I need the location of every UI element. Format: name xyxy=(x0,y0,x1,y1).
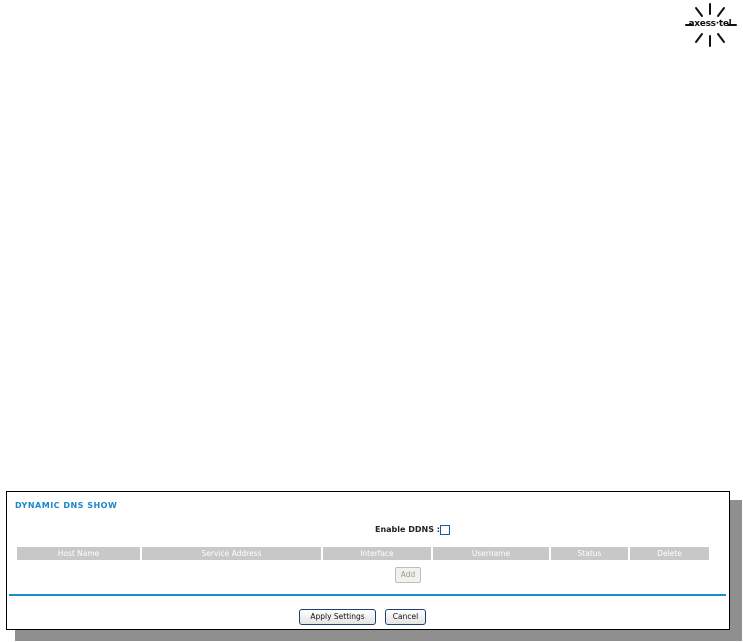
cancel-button[interactable]: Cancel xyxy=(385,609,426,625)
column-header-interface: Interface xyxy=(323,547,431,560)
add-button[interactable]: Add xyxy=(395,567,421,583)
enable-ddns-row: Enable DDNS : xyxy=(7,524,729,538)
section-divider xyxy=(9,594,726,596)
enable-ddns-label: Enable DDNS : xyxy=(375,525,440,534)
logo-text: axess·tel xyxy=(688,19,732,29)
panel-title: DYNAMIC DNS SHOW xyxy=(15,501,118,510)
column-header-delete: Delete xyxy=(630,547,709,560)
column-header-host-name: Host Name xyxy=(17,547,140,560)
apply-settings-button[interactable]: Apply Settings xyxy=(299,609,376,625)
column-header-username: Username xyxy=(433,547,549,560)
axesstel-logo: axess·tel xyxy=(682,2,738,48)
dynamic-dns-panel: DYNAMIC DNS SHOW Enable DDNS : Host Name… xyxy=(6,491,730,630)
column-header-status: Status xyxy=(551,547,628,560)
enable-ddns-checkbox[interactable] xyxy=(440,525,450,535)
column-header-service-address: Service Address xyxy=(142,547,321,560)
